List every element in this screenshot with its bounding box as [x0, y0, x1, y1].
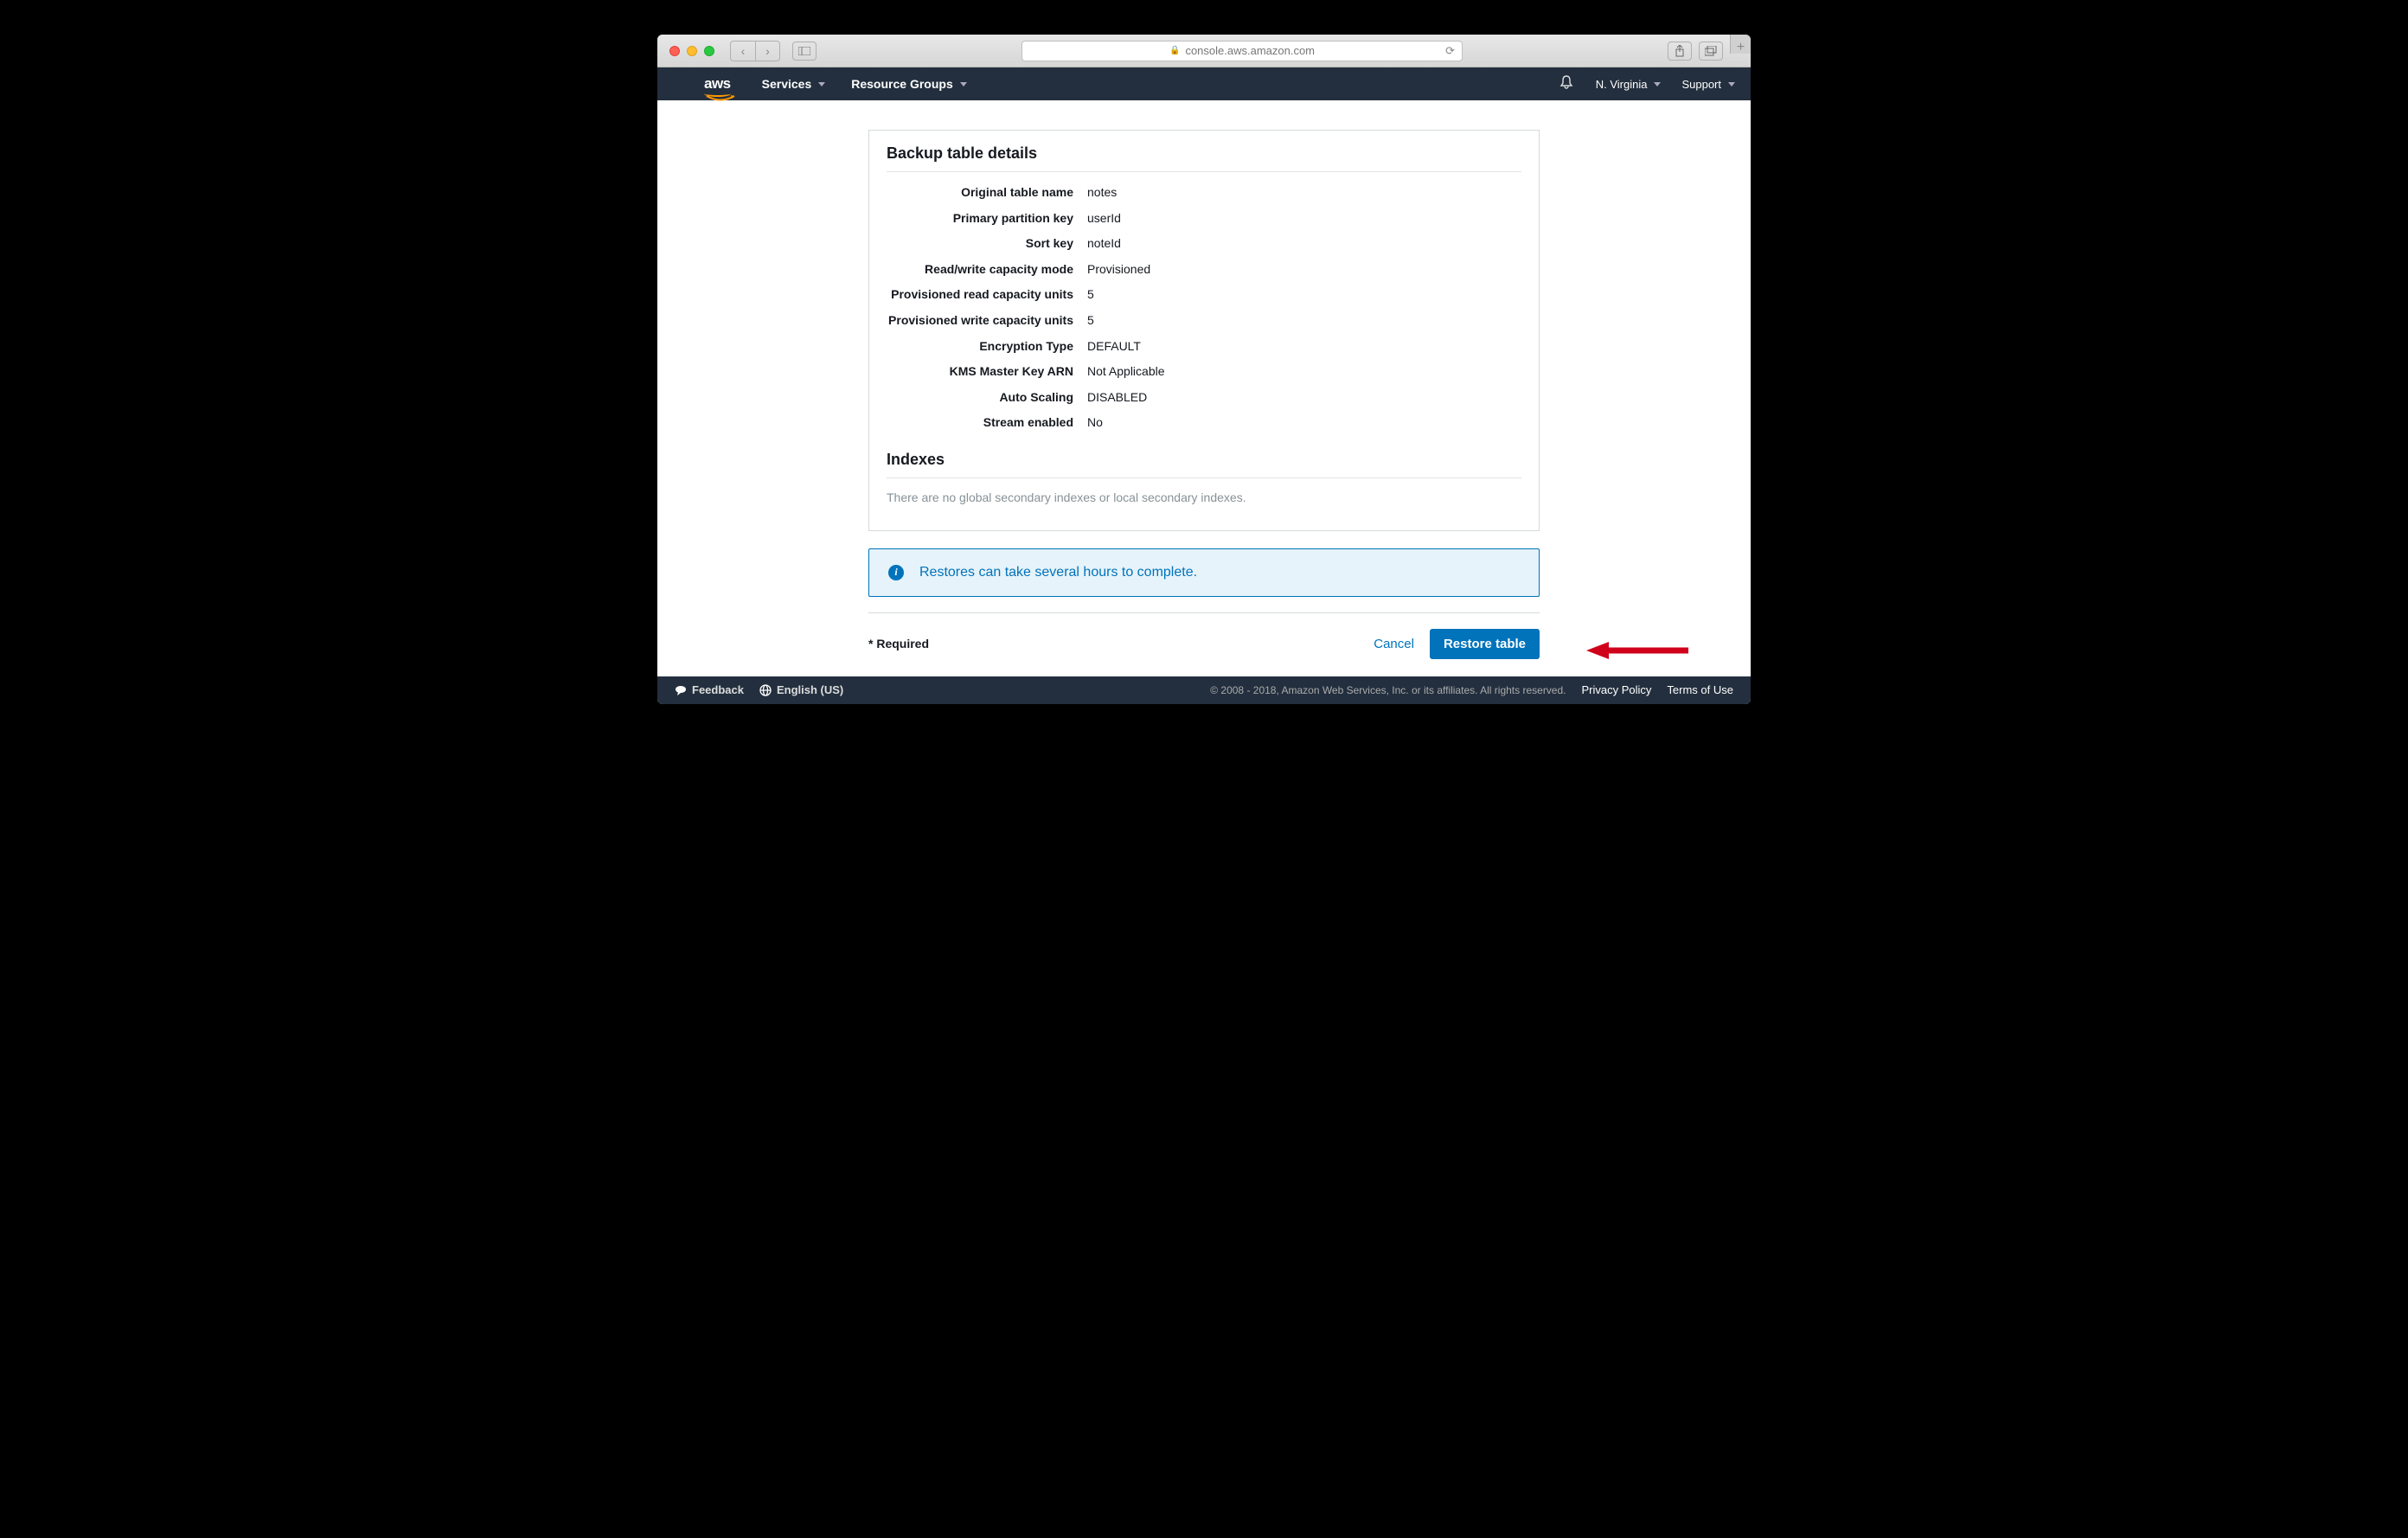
aws-header: aws Services Resource Groups N. Virginia…: [657, 67, 1751, 100]
detail-row: Provisioned write capacity units5: [887, 312, 1521, 330]
detail-row: Original table namenotes: [887, 184, 1521, 202]
detail-value: DEFAULT: [1087, 338, 1141, 356]
titlebar: ‹ › 🔒 console.aws.amazon.com ⟳ +: [657, 35, 1751, 67]
terms-link[interactable]: Terms of Use: [1667, 683, 1733, 696]
detail-value: 5: [1087, 312, 1094, 330]
resource-groups-menu[interactable]: Resource Groups: [851, 77, 966, 91]
aws-footer: Feedback English (US) © 2008 - 2018, Ama…: [657, 676, 1751, 704]
detail-row: Sort keynoteId: [887, 235, 1521, 253]
chevron-down-icon: [1728, 82, 1735, 87]
detail-key: Read/write capacity mode: [887, 261, 1087, 279]
copyright-text: © 2008 - 2018, Amazon Web Services, Inc.…: [1210, 684, 1566, 696]
indexes-empty-text: There are no global secondary indexes or…: [887, 490, 1521, 504]
detail-value: Provisioned: [1087, 261, 1150, 279]
detail-row: Primary partition keyuserId: [887, 210, 1521, 227]
detail-key: Provisioned read capacity units: [887, 286, 1087, 304]
detail-row: Provisioned read capacity units5: [887, 286, 1521, 304]
detail-key: Provisioned write capacity units: [887, 312, 1087, 330]
traffic-lights: [669, 46, 714, 56]
info-icon: i: [888, 565, 904, 580]
detail-key: Primary partition key: [887, 210, 1087, 227]
language-label: English (US): [777, 683, 843, 696]
fullscreen-window-button[interactable]: [704, 46, 714, 56]
detail-value: No: [1087, 414, 1103, 432]
detail-key: Original table name: [887, 184, 1087, 202]
minimize-window-button[interactable]: [687, 46, 697, 56]
privacy-link[interactable]: Privacy Policy: [1582, 683, 1652, 696]
detail-key: Encryption Type: [887, 338, 1087, 356]
detail-value: noteId: [1087, 235, 1121, 253]
detail-key: KMS Master Key ARN: [887, 363, 1087, 381]
nav-back-forward: ‹ ›: [730, 41, 780, 61]
share-button[interactable]: [1668, 42, 1692, 61]
tabs-button[interactable]: [1699, 42, 1723, 61]
browser-window: ‹ › 🔒 console.aws.amazon.com ⟳ + aws: [657, 35, 1751, 704]
lock-icon: 🔒: [1169, 46, 1180, 55]
address-bar[interactable]: 🔒 console.aws.amazon.com ⟳: [1021, 41, 1463, 61]
detail-key: Stream enabled: [887, 414, 1087, 432]
services-menu[interactable]: Services: [762, 77, 826, 91]
url-text: console.aws.amazon.com: [1185, 44, 1315, 57]
support-menu[interactable]: Support: [1681, 78, 1735, 91]
region-menu[interactable]: N. Virginia: [1596, 78, 1662, 91]
reload-icon[interactable]: ⟳: [1445, 44, 1455, 58]
support-label: Support: [1681, 78, 1721, 91]
forward-button[interactable]: ›: [755, 42, 779, 61]
chevron-down-icon: [960, 82, 967, 87]
main-content: Backup table details Original table name…: [657, 100, 1751, 659]
aws-logo[interactable]: aws: [704, 75, 731, 93]
feedback-label: Feedback: [692, 683, 744, 696]
detail-key: Sort key: [887, 235, 1087, 253]
detail-value: Not Applicable: [1087, 363, 1165, 381]
feedback-link[interactable]: Feedback: [675, 683, 744, 696]
detail-row: Encryption TypeDEFAULT: [887, 338, 1521, 356]
indexes-heading: Indexes: [887, 451, 1521, 469]
detail-row: Auto ScalingDISABLED: [887, 389, 1521, 407]
restore-table-button[interactable]: Restore table: [1430, 629, 1540, 659]
info-text: Restores can take several hours to compl…: [919, 565, 1197, 580]
required-label: * Required: [868, 637, 929, 650]
cancel-button[interactable]: Cancel: [1374, 637, 1414, 651]
language-selector[interactable]: English (US): [759, 683, 843, 696]
detail-key: Auto Scaling: [887, 389, 1087, 407]
detail-value: 5: [1087, 286, 1094, 304]
chevron-down-icon: [1654, 82, 1661, 87]
detail-value: notes: [1087, 184, 1117, 202]
close-window-button[interactable]: [669, 46, 680, 56]
panel-title: Backup table details: [887, 144, 1521, 163]
new-tab-button[interactable]: +: [1730, 35, 1751, 54]
region-label: N. Virginia: [1596, 78, 1648, 91]
info-box: i Restores can take several hours to com…: [868, 548, 1540, 597]
detail-value: DISABLED: [1087, 389, 1147, 407]
back-button[interactable]: ‹: [731, 42, 755, 61]
detail-row: Stream enabledNo: [887, 414, 1521, 432]
detail-row: KMS Master Key ARNNot Applicable: [887, 363, 1521, 381]
services-label: Services: [762, 77, 812, 91]
detail-value: userId: [1087, 210, 1121, 227]
backup-details-panel: Backup table details Original table name…: [868, 130, 1540, 531]
detail-row: Read/write capacity modeProvisioned: [887, 261, 1521, 279]
notifications-icon[interactable]: [1559, 75, 1573, 93]
resource-groups-label: Resource Groups: [851, 77, 952, 91]
sidebar-toggle-button[interactable]: [792, 42, 817, 61]
action-row: * Required Cancel Restore table: [868, 612, 1540, 659]
chevron-down-icon: [818, 82, 825, 87]
